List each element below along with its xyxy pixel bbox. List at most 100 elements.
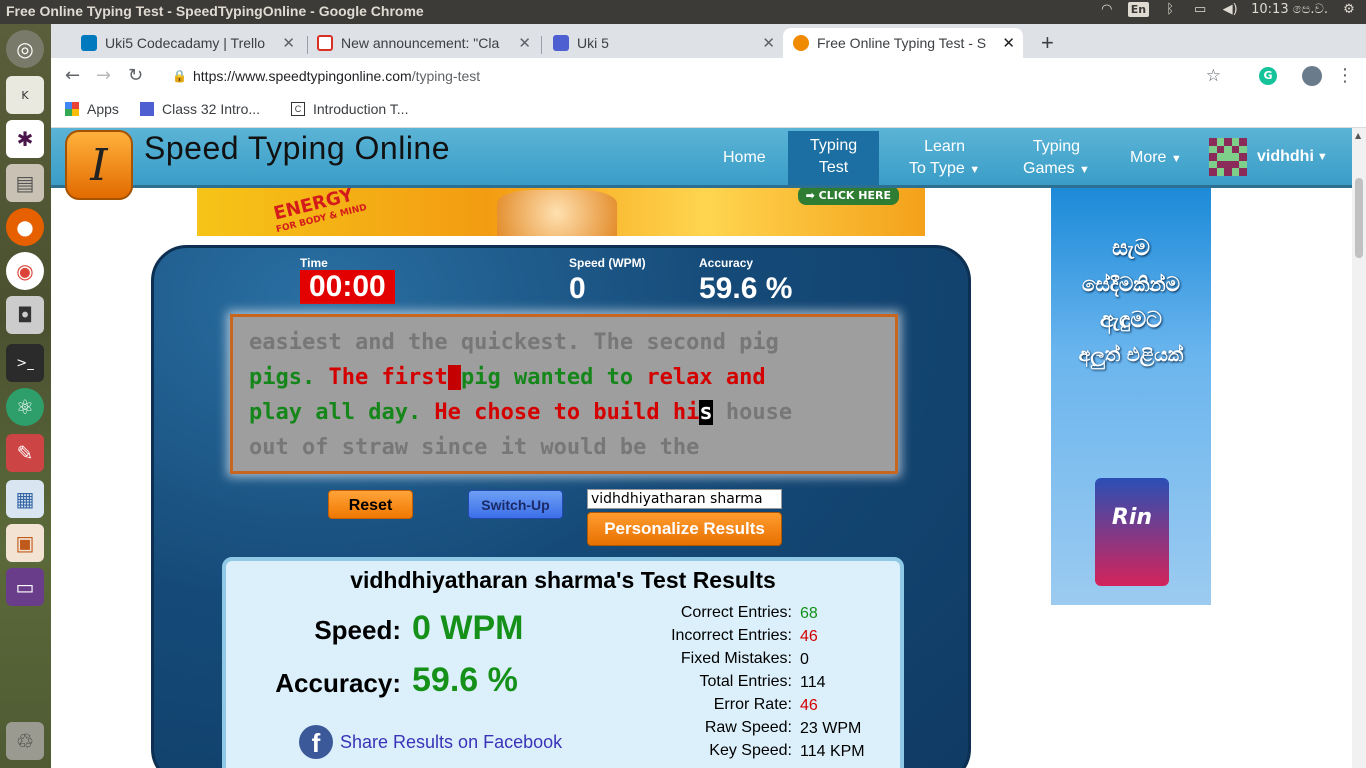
forward-arrow-icon[interactable]: →	[96, 65, 111, 86]
browser-toolbar: ← → ↻ 🔒 https://www.speedtypingonline.co…	[51, 58, 1366, 94]
accuracy-label: Accuracy	[699, 256, 754, 270]
classroom-icon	[140, 102, 154, 116]
site-logo[interactable]: I	[65, 130, 133, 200]
atom-icon[interactable]: ⚛	[6, 388, 44, 426]
scrollbar-thumb[interactable]	[1355, 178, 1363, 258]
writer-icon[interactable]: ▦	[6, 480, 44, 518]
power-gear-icon[interactable]: ⚙	[1340, 2, 1358, 17]
os-top-bar: Free Online Typing Test - SpeedTypingOnl…	[0, 0, 1366, 24]
bookmark-introduction[interactable]: C Introduction T...	[291, 101, 408, 117]
web-page: Speed Typing Online Home Typing Test Lea…	[51, 128, 1352, 768]
result-row-label: Error Rate:	[713, 696, 792, 713]
address-bar[interactable]: 🔒 https://www.speedtypingonline.com/typi…	[166, 62, 1241, 90]
camera-icon[interactable]: ◘	[6, 296, 44, 334]
nav-learn-to-type[interactable]: Learn To Type ▼	[909, 136, 980, 181]
side-ad-brand: Rin	[1111, 505, 1153, 530]
untyped-text: house	[712, 400, 793, 425]
ubuntu-dash-icon[interactable]: ◎	[6, 30, 44, 68]
tab-trello[interactable]: Uki5 Codecadamy | Trello ✕	[71, 28, 303, 58]
site-name[interactable]: Speed Typing Online	[144, 130, 450, 167]
slack-icon[interactable]: ✱	[6, 120, 44, 158]
gmail-icon	[317, 35, 333, 51]
bookmark-label: Apps	[87, 101, 119, 117]
nav-more[interactable]: More ▼	[1130, 147, 1182, 170]
dropdown-arrow-icon: ▼	[1170, 153, 1182, 165]
test-results-panel: vidhdhiyatharan sharma's Test Results Sp…	[222, 557, 904, 768]
reset-button[interactable]: Reset	[328, 490, 413, 519]
new-tab-button[interactable]: +	[1031, 28, 1061, 58]
trash-icon[interactable]: ♲	[6, 722, 44, 760]
switch-up-button[interactable]: Switch-Up	[468, 490, 563, 519]
text-line: out of straw since it would be the	[249, 430, 879, 465]
close-tab-icon[interactable]: ✕	[1002, 34, 1015, 52]
bookmark-class32[interactable]: Class 32 Intro...	[140, 101, 260, 117]
bookmark-apps[interactable]: Apps	[65, 101, 119, 117]
banner-click-here[interactable]: ➡ CLICK HERE	[797, 188, 899, 205]
tab-label: Uki 5	[577, 35, 609, 51]
window-title: Free Online Typing Test - SpeedTypingOnl…	[6, 3, 424, 19]
wifi-icon[interactable]: ◠	[1098, 2, 1116, 17]
keyboard-app-icon[interactable]: K	[6, 76, 44, 114]
name-input[interactable]: vidhdhiyatharan sharma	[587, 489, 782, 509]
chrome-icon[interactable]: ◉	[6, 252, 44, 290]
volume-icon[interactable]: ◀)	[1221, 2, 1239, 17]
typing-test-panel: Time 00:00 Speed (WPM) 0 Accuracy 59.6 %…	[151, 245, 971, 768]
nav-home[interactable]: Home	[723, 147, 766, 169]
nav-label: To Type	[909, 160, 965, 177]
settings-icon[interactable]: ✎	[6, 434, 44, 472]
screen-app-icon[interactable]: ▭	[6, 568, 44, 606]
url-host: https://www.speedtypingonline.com	[193, 68, 412, 84]
result-accuracy-label: Accuracy:	[275, 668, 401, 698]
accuracy-value: 59.6 %	[699, 272, 793, 305]
tab-speedtyping[interactable]: Free Online Typing Test - S ✕	[783, 28, 1023, 58]
firefox-icon[interactable]: ●	[6, 208, 44, 246]
bookmark-star-icon[interactable]: ☆	[1206, 62, 1221, 90]
tab-gmail[interactable]: New announcement: "Cla ✕	[307, 28, 539, 58]
side-ad[interactable]: සැම සේදීමකින්ම ඇඳුමට අලුත් එළියක් Rin	[1051, 188, 1211, 605]
share-facebook-label: Share Results on Facebook	[340, 731, 563, 752]
user-avatar	[1209, 138, 1247, 176]
typing-text-area[interactable]: easiest and the quickest. The second pig…	[230, 314, 898, 474]
incorrect-text: He chose to build hi	[421, 400, 700, 425]
page-scrollbar[interactable]: ▲	[1352, 128, 1366, 768]
result-row-value: 23 WPM	[800, 720, 862, 737]
side-ad-line: ඇඳුමට	[1100, 308, 1162, 333]
result-row-label: Raw Speed:	[704, 719, 792, 736]
banner-ad[interactable]: ENERGY FOR BODY & MIND ➡ CLICK HERE	[197, 188, 925, 236]
keyboard-layout-indicator[interactable]: En	[1127, 2, 1150, 17]
profile-avatar[interactable]	[1302, 66, 1322, 86]
untyped-text: out of straw since it would be the	[249, 435, 700, 460]
clock[interactable]: 10:13 පෙ.ව.	[1251, 2, 1328, 17]
close-tab-icon[interactable]: ✕	[282, 34, 295, 52]
terminal-icon[interactable]: >_	[6, 344, 44, 382]
tab-classroom[interactable]: Uki 5 ✕	[543, 28, 783, 58]
correct-text: pig wanted to	[460, 365, 634, 390]
speed-label: Speed (WPM)	[569, 256, 646, 270]
result-row-label: Incorrect Entries:	[671, 627, 792, 644]
nav-typing-games[interactable]: Typing Games ▼	[1023, 136, 1090, 181]
codecademy-icon: C	[291, 102, 305, 116]
nav-typing-test[interactable]: Typing Test	[788, 131, 880, 185]
close-tab-icon[interactable]: ✕	[518, 34, 531, 52]
close-tab-icon[interactable]: ✕	[762, 34, 775, 52]
back-arrow-icon[interactable]: ←	[65, 65, 80, 86]
user-menu[interactable]: vidhdhi ▼	[1209, 138, 1328, 176]
impress-icon[interactable]: ▣	[6, 524, 44, 562]
menu-kebab-icon[interactable]: ⋮	[1336, 65, 1354, 86]
scroll-up-arrow-icon[interactable]: ▲	[1355, 131, 1361, 140]
nav-label: Learn	[924, 138, 965, 155]
nav-label: Test	[818, 159, 849, 176]
dropdown-arrow-icon: ▼	[969, 164, 981, 176]
grammarly-icon[interactable]: G	[1259, 67, 1277, 85]
bluetooth-icon[interactable]: ᛒ	[1161, 2, 1179, 17]
bookmarks-bar: Apps Class 32 Intro... C Introduction T.…	[51, 94, 1366, 128]
nav-label: Typing	[1032, 138, 1081, 155]
untyped-text: easiest and the quickest. The second pig	[249, 330, 779, 355]
share-facebook-link[interactable]: f Share Results on Facebook	[299, 725, 562, 759]
personalize-results-button[interactable]: Personalize Results	[587, 512, 782, 546]
classroom-icon	[553, 35, 569, 51]
side-ad-line: අලුත් එළියක්	[1078, 344, 1184, 366]
reload-icon[interactable]: ↻	[128, 65, 143, 86]
battery-icon[interactable]: ▭	[1191, 2, 1209, 17]
files-icon[interactable]: ▤	[6, 164, 44, 202]
